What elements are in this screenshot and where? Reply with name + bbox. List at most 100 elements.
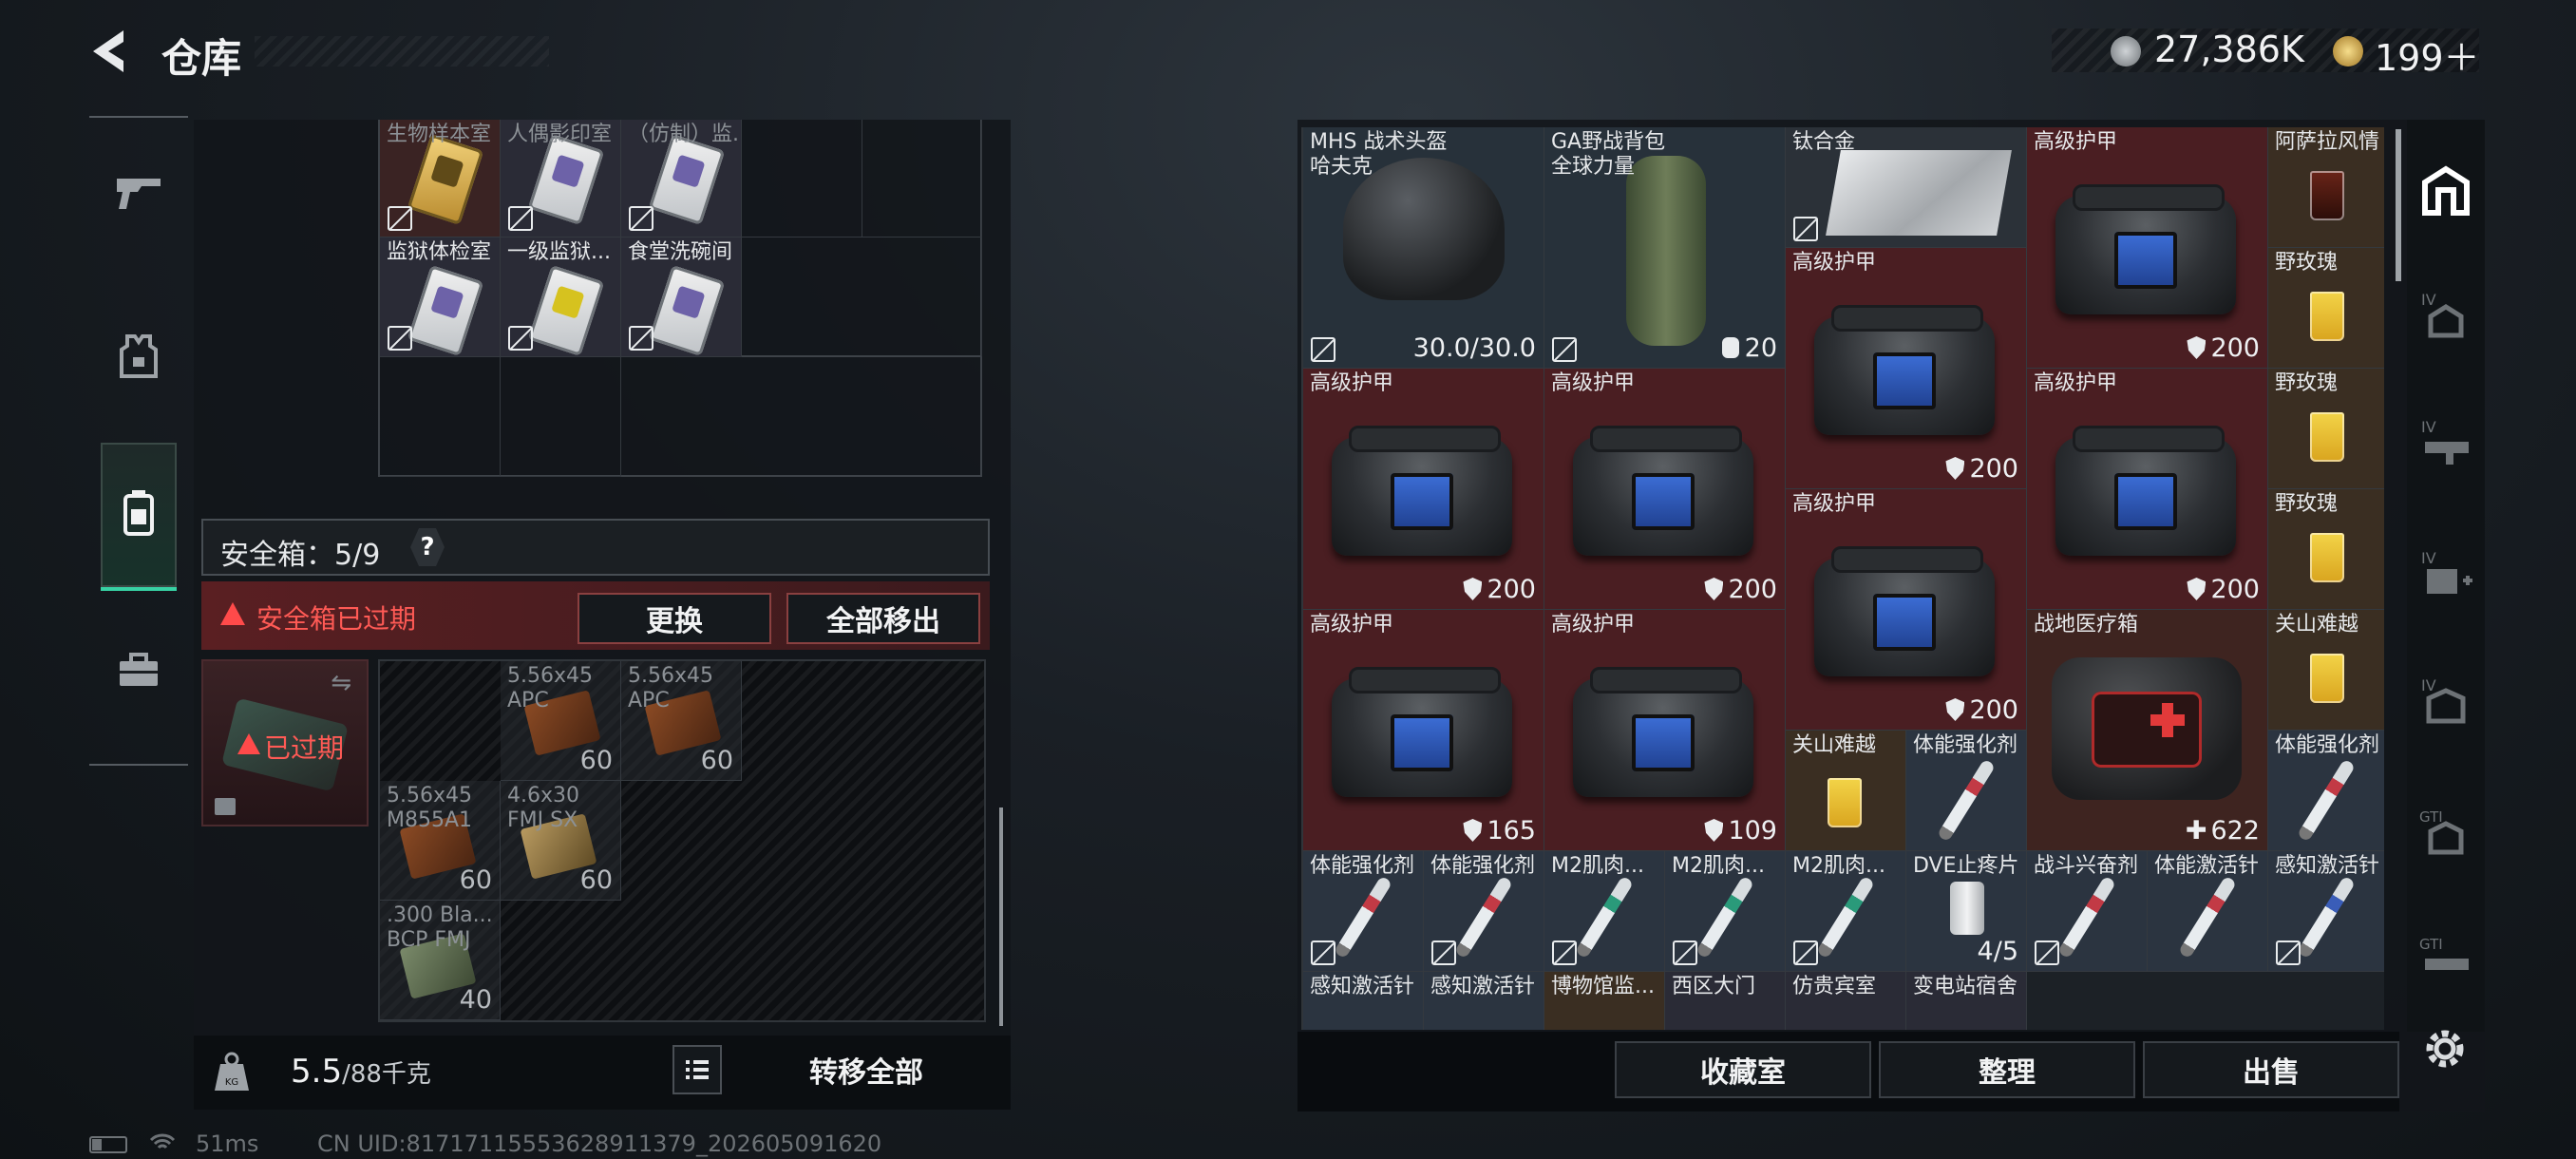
syringe-item[interactable]: 体能强化剂: [2268, 731, 2384, 851]
sell-button[interactable]: 出售: [2143, 1041, 2399, 1098]
inventory-cell[interactable]: [2027, 972, 2384, 1030]
armor-item[interactable]: 高级护甲 109: [1544, 610, 1786, 851]
syringe-icon: [1574, 875, 1635, 960]
tab-weapons[interactable]: [89, 171, 188, 221]
collection-button[interactable]: 收藏室: [1615, 1041, 1871, 1098]
ammo-cell[interactable]: 5.56x45 M855A1 60: [380, 781, 501, 901]
inventory-cell[interactable]: 人偶影印室: [501, 120, 621, 238]
transfer-all-button[interactable]: 转移全部: [733, 1043, 999, 1096]
keycard-item[interactable]: 博物馆监...: [1544, 972, 1665, 1030]
syringe-item[interactable]: 体能强化剂: [1303, 851, 1424, 972]
left-scrollbar[interactable]: [999, 808, 1003, 1026]
syringe-item[interactable]: M2肌肉...: [1544, 851, 1665, 972]
inventory-cell[interactable]: [742, 238, 982, 357]
ping-text: 51ms: [196, 1130, 259, 1157]
back-button[interactable]: [85, 25, 135, 78]
syringe-item[interactable]: 感知激活针: [1424, 972, 1544, 1030]
help-icon[interactable]: ?: [410, 528, 445, 566]
remove-all-button[interactable]: 全部移出: [786, 593, 980, 644]
safe-case-slot[interactable]: 已过期 ⇋: [201, 659, 369, 826]
helmet-item[interactable]: MHS 战术头盔 哈夫克 30.0/30.0: [1303, 127, 1544, 369]
syringe-item[interactable]: M2肌肉...: [1665, 851, 1786, 972]
syringe-item[interactable]: 体能强化剂: [1906, 731, 2027, 851]
organize-button[interactable]: 整理: [1879, 1041, 2135, 1098]
syringe-icon: [1333, 875, 1393, 960]
tab-equipment[interactable]: [89, 332, 188, 389]
syringe-item[interactable]: M2肌肉...: [1786, 851, 1906, 972]
drink-item[interactable]: 关山难越: [2268, 610, 2384, 731]
ammo-cell[interactable]: 5.56x45 APC 60: [621, 661, 742, 781]
home-gate-icon: [2422, 165, 2470, 216]
armor-item[interactable]: 高级护甲 165: [1303, 610, 1544, 851]
no-loot-icon: [508, 326, 533, 351]
syringe-item[interactable]: 体能激活针: [2148, 851, 2268, 972]
ammo-cell[interactable]: 5.56x45 APC 60: [501, 661, 621, 781]
category-all-active[interactable]: [2409, 152, 2483, 232]
inventory-cell[interactable]: 生物样本室: [380, 120, 501, 238]
armor-bag-icon: [1332, 426, 1512, 556]
cocktail-icon: [2310, 654, 2344, 703]
currency-silver: 27,386K: [2154, 28, 2304, 70]
armor-item[interactable]: 高级护甲 200: [1544, 369, 1786, 610]
drink-item[interactable]: 野玫瑰: [2268, 369, 2384, 489]
armor-item[interactable]: 高级护甲 200: [2027, 369, 2268, 610]
warning-icon: [220, 602, 245, 625]
settings-button[interactable]: [2418, 1022, 2472, 1075]
armor-item[interactable]: 高级护甲 200: [1786, 489, 2027, 731]
syringe-item[interactable]: 战斗兴奋剂: [2027, 851, 2148, 972]
category-weapon-iv[interactable]: IV: [2409, 408, 2483, 479]
category-gti-2[interactable]: GTI: [2409, 925, 2483, 996]
category-armor-iv[interactable]: IV: [2409, 667, 2483, 737]
ammo-cell[interactable]: .300 Bla... BCP FMJ 40: [380, 901, 501, 1020]
durability-icon: [1704, 819, 1724, 842]
svg-text:IV: IV: [2421, 291, 2436, 309]
stash-scrollbar[interactable]: [2396, 129, 2401, 281]
syringe-item[interactable]: 感知激活针: [1303, 972, 1424, 1030]
currency-gold[interactable]: 199＋: [2375, 28, 2480, 81]
tab-container-active[interactable]: [101, 443, 177, 591]
keycard-icon: [648, 134, 726, 225]
syringe-icon: [2296, 758, 2357, 843]
syringe-item[interactable]: 体能强化剂: [1424, 851, 1544, 972]
replace-button[interactable]: 更换: [578, 593, 771, 644]
backpack-capacity: 20: [1721, 333, 1777, 363]
medkit-item[interactable]: 战地医疗箱 ✚ 622: [2027, 610, 2268, 851]
inventory-cell[interactable]: 食堂洗碗间: [621, 238, 742, 357]
inventory-cell[interactable]: [501, 357, 621, 477]
weight-current: 5.5: [291, 1053, 343, 1091]
ammo-cell[interactable]: 4.6x30 FMJ SX 60: [501, 781, 621, 901]
inventory-cell[interactable]: （仿制）监...: [621, 120, 742, 238]
list-view-button[interactable]: [672, 1045, 722, 1094]
drink-item[interactable]: 野玫瑰: [2268, 248, 2384, 369]
backpack-item[interactable]: GA野战背包 全球力量 20: [1544, 127, 1786, 369]
list-icon: [686, 1060, 709, 1079]
weight-display: 5.5/88千克: [291, 1053, 431, 1091]
armor-item[interactable]: 高级护甲 200: [1303, 369, 1544, 610]
keycard-item[interactable]: 变电站宿舍: [1906, 972, 2027, 1030]
keycard-item[interactable]: 仿贵宾室: [1786, 972, 1906, 1030]
keycard-item[interactable]: 西区大门: [1665, 972, 1786, 1030]
category-gti-1[interactable]: GTI: [2409, 798, 2483, 868]
keycard-icon: [407, 134, 484, 225]
inventory-cell[interactable]: 一级监狱...: [501, 238, 621, 357]
drink-item[interactable]: 野玫瑰: [2268, 489, 2384, 610]
cocktail-icon: [2310, 292, 2344, 341]
titanium-item[interactable]: 钛合金: [1786, 127, 2027, 248]
syringe-item[interactable]: 感知激活针: [2268, 851, 2384, 972]
inventory-cell[interactable]: [862, 120, 982, 238]
keycard-icon: [527, 265, 605, 356]
armor-bag-icon: [2055, 426, 2236, 556]
drink-item[interactable]: 关山难越: [1786, 731, 1906, 851]
drink-item[interactable]: 阿萨拉风情: [2268, 127, 2384, 248]
tab-briefcase[interactable]: [89, 652, 188, 698]
case-expired-text: 已过期: [264, 732, 345, 764]
inventory-cell[interactable]: 监狱体检室: [380, 238, 501, 357]
category-helmet-iv[interactable]: IV: [2409, 281, 2483, 352]
inventory-cell[interactable]: [380, 357, 501, 477]
armor-item[interactable]: 高级护甲 200: [2027, 127, 2268, 369]
gear-icon: [2426, 1030, 2464, 1068]
armor-item[interactable]: 高级护甲 200: [1786, 248, 2027, 489]
category-medical-iv[interactable]: IV: [2409, 540, 2483, 610]
inventory-cell[interactable]: [742, 120, 862, 238]
pills-item[interactable]: DVE止疼片 4/5: [1906, 851, 2027, 972]
